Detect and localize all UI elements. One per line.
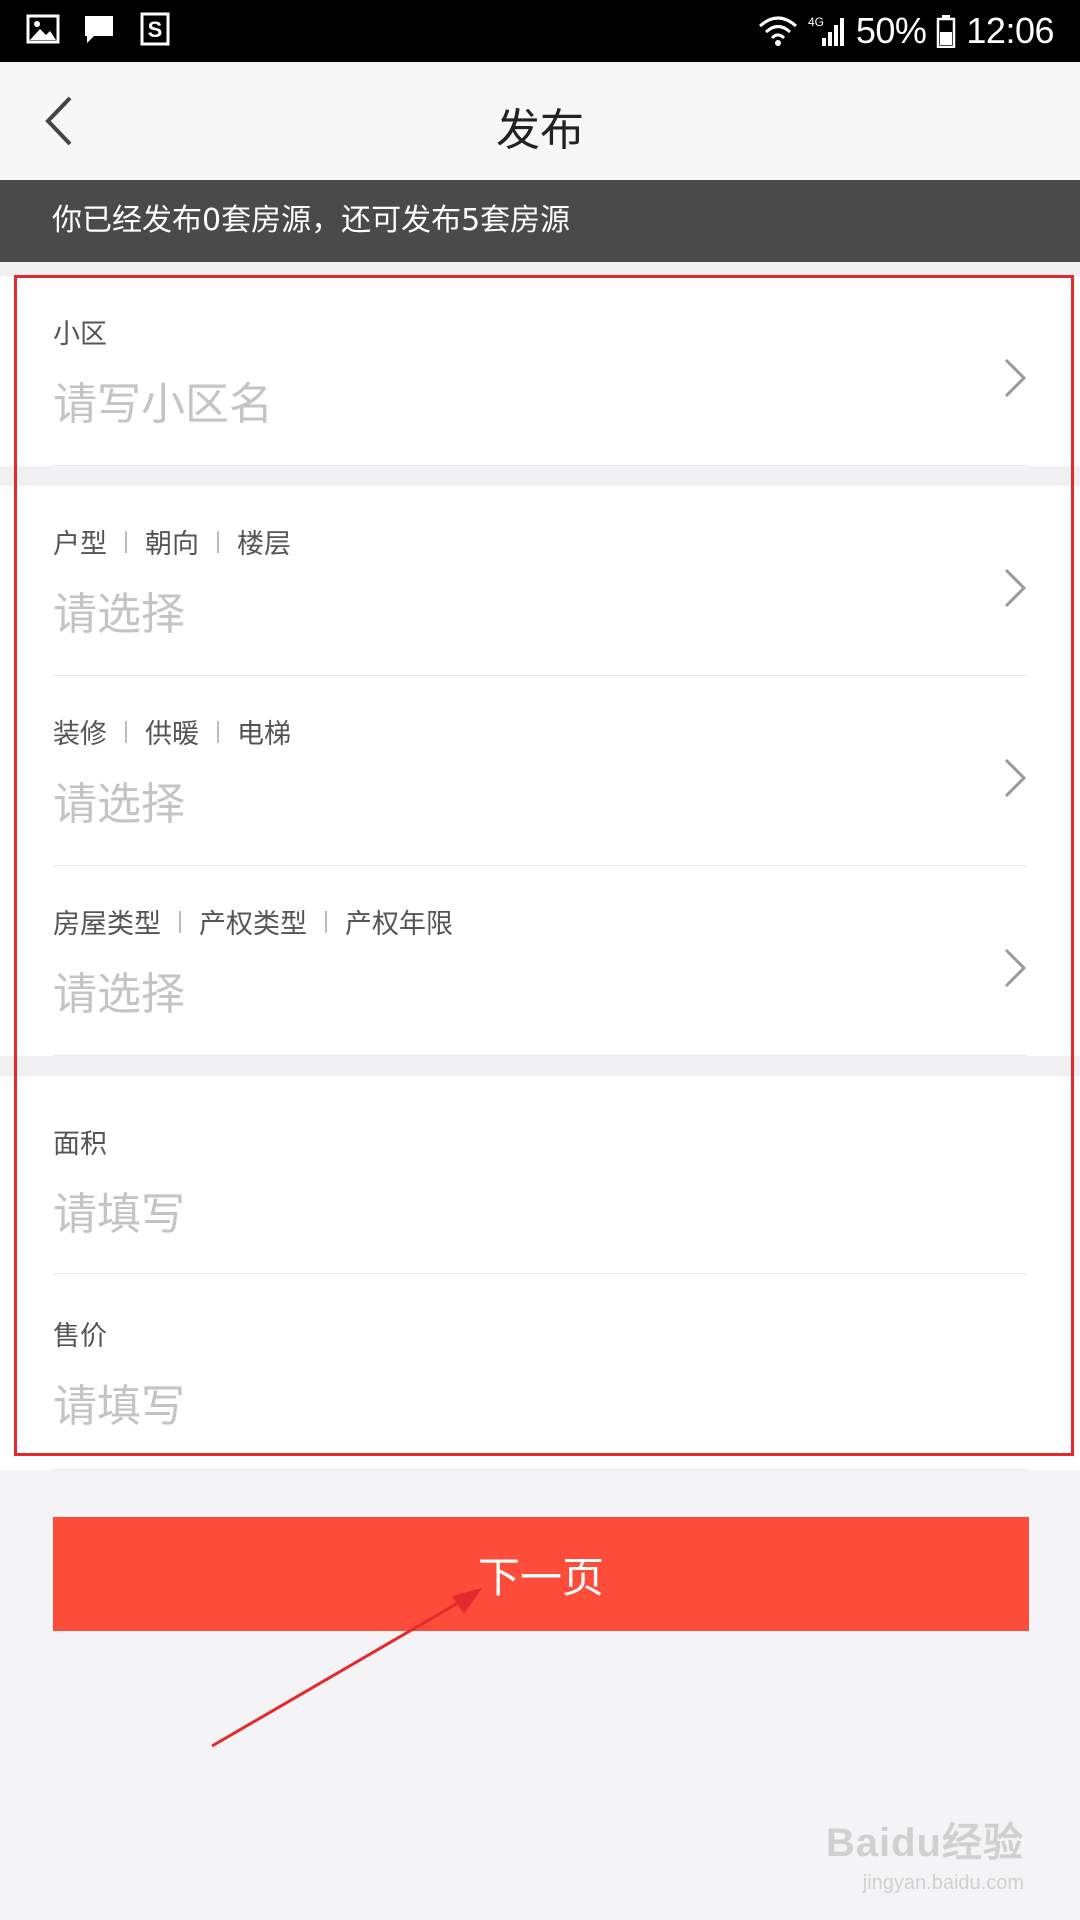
signal-4g-icon: 4G [808, 15, 844, 46]
chevron-right-icon [1004, 948, 1027, 988]
chevron-right-icon [1004, 568, 1027, 608]
elevator-label: 电梯 [237, 719, 291, 750]
label-separator [125, 530, 127, 553]
area-row: 面积 请填写 [0, 1076, 1080, 1274]
property-type-select[interactable]: 请选择 [53, 958, 185, 1022]
decoration-select[interactable]: 请选择 [53, 768, 185, 832]
label-separator [325, 910, 327, 933]
house-type-label: 房屋类型 [53, 909, 161, 940]
section-gap [0, 262, 1080, 276]
layout-select[interactable]: 请选择 [53, 578, 185, 642]
status-bar: S 4G 50% 12:06 [0, 0, 1080, 62]
label-separator [179, 910, 181, 933]
form-group-community: 小区 请写小区名 [0, 276, 1080, 466]
wifi-icon [758, 16, 797, 46]
message-icon [85, 16, 113, 43]
ownership-years-label: 产权年限 [345, 909, 453, 940]
heating-label: 供暖 [145, 719, 199, 750]
layout-label: 户型 [53, 529, 107, 560]
label-separator [217, 720, 219, 743]
status-bar-right: 4G 50% 12:06 [758, 6, 1054, 56]
price-input[interactable]: 请填写 [53, 1370, 185, 1434]
chevron-right-icon [1004, 758, 1027, 798]
chevron-right-icon [1004, 358, 1027, 398]
decoration-heating-elevator-row[interactable]: 装修 供暖 电梯 请选择 [0, 676, 1080, 866]
page-title: 发布 [496, 105, 584, 156]
layout-orientation-floor-row[interactable]: 户型 朝向 楼层 请选择 [0, 486, 1080, 676]
label-separator [217, 530, 219, 553]
community-label-text: 小区 [53, 319, 107, 350]
annotation-arrow-icon [211, 1588, 482, 1748]
status-bar-left-icons: S [26, 12, 172, 46]
decoration-label: 装修 [53, 719, 107, 750]
community-row[interactable]: 小区 请写小区名 [0, 276, 1080, 466]
baidu-watermark: Baidu经验 jingyan.baidu.com [826, 1810, 1024, 1895]
network-type-label: 4G [808, 15, 824, 29]
row-divider [53, 1055, 1027, 1056]
form-group-price: 面积 请填写 售价 请填写 [0, 1076, 1080, 1470]
section-gap [0, 1056, 1080, 1076]
publish-quota-notice: 你已经发布0套房源，还可发布5套房源 [0, 180, 1080, 262]
price-row: 售价 请填写 [0, 1274, 1080, 1470]
price-label: 售价 [53, 1314, 107, 1353]
form-group-details: 户型 朝向 楼层 请选择 装修 供暖 电梯 请选择 房屋类型 产权类型 产权年限… [0, 486, 1080, 1056]
nav-bar: 发布 [0, 62, 1080, 180]
orientation-label: 朝向 [145, 529, 199, 560]
s-app-icon: S [140, 12, 170, 46]
ownership-type-label: 产权类型 [199, 909, 307, 940]
svg-text:S: S [148, 17, 163, 42]
watermark-sub: jingyan.baidu.com [862, 1872, 1024, 1894]
clock: 12:06 [966, 10, 1054, 51]
battery-icon [937, 15, 956, 48]
decoration-heating-elevator-label: 装修 供暖 电梯 [53, 712, 291, 751]
layout-orientation-floor-label: 户型 朝向 楼层 [53, 522, 291, 561]
row-divider [53, 1469, 1027, 1470]
row-divider [53, 465, 1027, 466]
image-icon [26, 14, 60, 44]
community-input[interactable]: 请写小区名 [53, 368, 273, 432]
community-label: 小区 [53, 312, 107, 351]
property-type-label: 房屋类型 产权类型 产权年限 [53, 902, 453, 941]
section-gap [0, 466, 1080, 486]
floor-label: 楼层 [237, 529, 291, 560]
label-separator [125, 720, 127, 743]
area-label-text: 面积 [53, 1129, 107, 1160]
watermark-main: Baidu经验 [825, 1821, 1024, 1865]
battery-percent: 50% [855, 10, 927, 51]
price-label-text: 售价 [53, 1321, 107, 1352]
area-label: 面积 [53, 1122, 107, 1161]
publish-form: 小区 请写小区名 户型 朝向 楼层 请选择 装修 供暖 电梯 请选择 房屋类型 … [0, 262, 1080, 1470]
area-input[interactable]: 请填写 [53, 1178, 185, 1242]
property-type-row[interactable]: 房屋类型 产权类型 产权年限 请选择 [0, 866, 1080, 1056]
